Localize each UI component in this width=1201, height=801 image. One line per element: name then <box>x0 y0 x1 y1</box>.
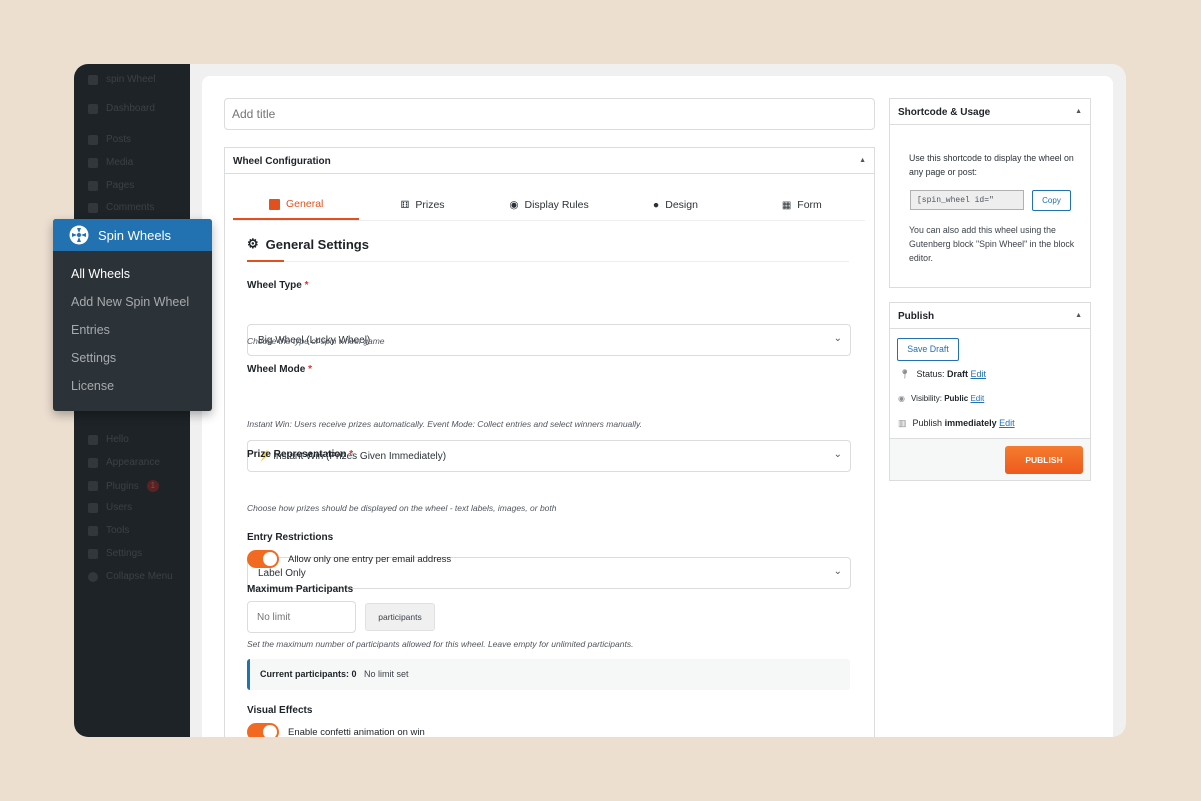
prize-representation-help: Choose how prizes should be displayed on… <box>247 503 557 513</box>
wheel-configuration-box: Wheel Configuration ▲ General ⚅ Prizes ◉ Di… <box>224 147 875 737</box>
copy-button[interactable]: Copy <box>1032 190 1071 211</box>
editor-card: Wheel Configuration▲ General ⚅Prizes ◉Di… <box>202 76 1113 737</box>
collapse-menu[interactable]: Collapse Menu <box>88 571 173 582</box>
edit-status-link[interactable]: Edit <box>971 369 987 379</box>
confetti-toggle[interactable] <box>247 723 279 737</box>
shortcode-field[interactable]: [spin_wheel id=" <box>910 190 1024 210</box>
dashboard-icon <box>88 103 98 114</box>
publish-actions: PUBLISH <box>890 438 1090 480</box>
visual-effects-label: Visual Effects <box>247 705 313 716</box>
max-participants-input[interactable] <box>247 601 356 633</box>
collapse-arrow-icon[interactable]: ▲ <box>859 157 866 164</box>
shortcode-note: You can also add this wheel using the Gu… <box>909 225 1075 263</box>
wheel-mode-help: Instant Win: Users receive prizes automa… <box>247 419 643 429</box>
divider <box>247 261 849 262</box>
site-name[interactable]: spin Wheel <box>88 74 155 85</box>
gift-icon: ⚅ <box>400 199 410 211</box>
comment-icon <box>88 202 98 213</box>
tab-display-rules[interactable]: ◉ Display Rules <box>486 190 612 220</box>
pin-icon: 📍︎ <box>899 369 911 379</box>
publish-button[interactable]: PUBLISH <box>1005 446 1083 474</box>
config-tabs: General ⚅ Prizes ◉ Display Rules ● Design ▦… <box>233 190 865 221</box>
sidebar-item-settings[interactable]: Settings <box>88 548 142 559</box>
media-icon <box>88 157 98 168</box>
gear-icon: ⚙ <box>247 236 259 251</box>
max-participants-label: Maximum Participants <box>247 584 354 595</box>
tab-design[interactable]: ● Design <box>612 190 738 220</box>
wrench-icon <box>88 525 98 536</box>
sidebar-item-appearance[interactable]: Appearance <box>88 457 160 468</box>
wheel-type-help: Choose the type of spin wheel game <box>247 336 385 346</box>
eye-icon: ◉ <box>509 199 519 211</box>
hello-icon <box>88 434 98 445</box>
sidebar-item-dashboard[interactable]: Dashboard <box>88 103 155 114</box>
wheel-mode-label: Wheel Mode * <box>247 364 313 375</box>
user-icon <box>88 502 98 513</box>
page-icon <box>88 180 98 191</box>
publish-box: Publish ▲ Save Draft 📍︎ Status: Draft Edit… <box>889 302 1091 481</box>
menu-item-settings[interactable]: Settings <box>71 351 116 365</box>
box-header[interactable]: Publish ▲ <box>890 303 1090 329</box>
chevron-down-icon: ⌄ <box>833 333 842 344</box>
participants-unit: participants <box>365 603 435 631</box>
sidebar-item-tools[interactable]: Tools <box>88 525 129 536</box>
sliders-icon <box>269 198 281 210</box>
visibility-row: ◉ Visibility: Public Edit <box>898 394 985 403</box>
chevron-down-icon: ⌄ <box>833 566 842 577</box>
entry-restrictions-label: Entry Restrictions <box>247 532 334 543</box>
visual-effects-row: Enable confetti animation on win <box>247 723 425 737</box>
shortcode-box: Shortcode & Usage ▲ Use this shortcode to… <box>889 98 1091 288</box>
prize-representation-label: Prize Representation * <box>247 449 354 460</box>
app-window: spin Wheel Dashboard Posts Media Pages C… <box>74 64 1126 737</box>
current-participants-info: Current participants: 0 No limit set <box>247 659 850 690</box>
menu-item-entries[interactable]: Entries <box>71 323 110 337</box>
spin-wheel-icon <box>69 225 89 245</box>
box-header[interactable]: Shortcode & Usage ▲ <box>890 99 1090 125</box>
sidebar-item-plugins[interactable]: Plugins 1 <box>88 480 159 492</box>
palette-icon: ● <box>652 199 660 211</box>
save-draft-button[interactable]: Save Draft <box>897 338 959 361</box>
tab-prizes[interactable]: ⚅ Prizes <box>359 190 485 220</box>
menu-item-all-wheels[interactable]: All Wheels <box>71 267 130 281</box>
calendar-icon: ▥ <box>898 418 907 428</box>
spin-wheels-menu-header[interactable]: Spin Wheels <box>53 219 212 251</box>
eye-icon: ◉ <box>898 394 905 403</box>
collapse-arrow-icon[interactable]: ▲ <box>1075 108 1082 115</box>
section-underline <box>247 260 284 262</box>
sidebar-item-media[interactable]: Media <box>88 157 133 168</box>
title-input[interactable] <box>224 98 875 130</box>
status-row: 📍︎ Status: Draft Edit <box>899 369 987 379</box>
spin-wheels-flyout-menu: Spin Wheels All Wheels Add New Spin Whee… <box>53 219 212 411</box>
edit-visibility-link[interactable]: Edit <box>970 394 984 403</box>
wordpress-icon <box>88 74 98 85</box>
sidebar-item-users[interactable]: Users <box>88 502 132 513</box>
edit-schedule-link[interactable]: Edit <box>999 418 1015 428</box>
chevron-down-icon: ⌄ <box>833 449 842 460</box>
sidebar-item-comments[interactable]: Comments <box>88 202 154 213</box>
pin-icon <box>88 134 98 145</box>
form-grid-icon: ▦ <box>781 199 792 211</box>
sidebar-item-hello[interactable]: Hello <box>88 434 129 445</box>
shortcode-intro: Use this shortcode to display the wheel … <box>909 153 1074 177</box>
plugins-badge: 1 <box>146 480 159 492</box>
menu-item-license[interactable]: License <box>71 379 114 393</box>
entry-restriction-row: Allow only one entry per email address <box>247 550 451 568</box>
collapse-arrow-icon[interactable]: ▲ <box>1075 312 1082 319</box>
sidebar-item-posts[interactable]: Posts <box>88 134 131 145</box>
one-entry-toggle[interactable] <box>247 550 279 568</box>
box-header[interactable]: Wheel Configuration ▲ <box>225 148 874 174</box>
tab-general[interactable]: General <box>233 190 360 220</box>
section-title: ⚙ General Settings <box>247 236 369 252</box>
schedule-row: ▥ Publish immediately Edit <box>898 418 1015 428</box>
settings-icon <box>88 548 98 559</box>
plugin-icon <box>88 481 98 491</box>
max-participants-help: Set the maximum number of participants a… <box>247 639 634 649</box>
sidebar-item-pages[interactable]: Pages <box>88 180 134 191</box>
brush-icon <box>88 457 98 468</box>
wheel-type-label: Wheel Type * <box>247 280 309 291</box>
tab-form[interactable]: ▦ Form <box>739 190 865 220</box>
collapse-icon <box>88 571 98 582</box>
menu-item-add-new[interactable]: Add New Spin Wheel <box>71 295 189 309</box>
